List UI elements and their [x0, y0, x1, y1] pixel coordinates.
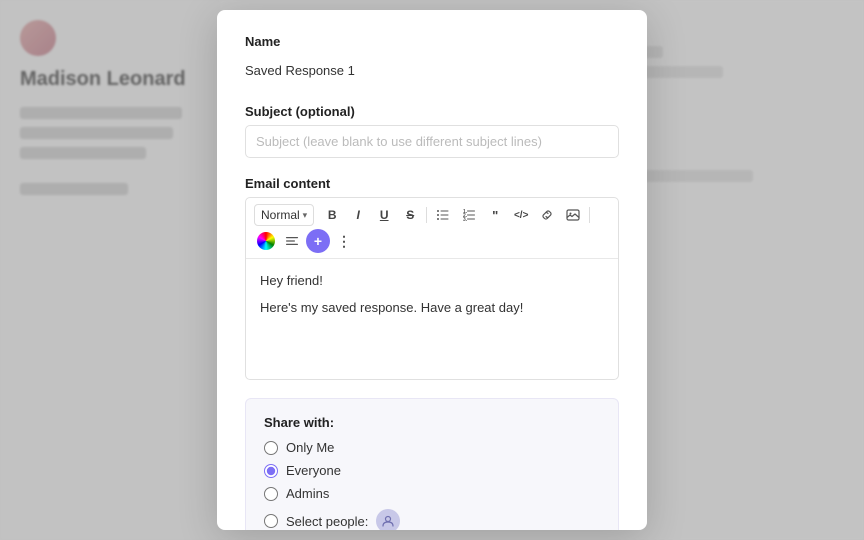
- image-button[interactable]: [561, 203, 585, 227]
- email-content-label: Email content: [245, 176, 619, 191]
- name-value: Saved Response 1: [245, 55, 619, 86]
- more-options-button[interactable]: ⋮: [332, 229, 356, 253]
- email-content-group: Email content Normal ▾ B I U S: [245, 176, 619, 380]
- modal-dialog: Name Saved Response 1 Subject (optional)…: [217, 10, 647, 530]
- toolbar-separator: [426, 207, 427, 223]
- radio-only-me-label: Only Me: [286, 440, 334, 455]
- numbered-list-button[interactable]: 1. 2. 3.: [457, 203, 481, 227]
- svg-text:3.: 3.: [463, 217, 468, 222]
- editor-body[interactable]: Hey friend! Here's my saved response. Ha…: [246, 259, 618, 379]
- radio-option-only-me[interactable]: Only Me: [264, 440, 600, 455]
- name-label: Name: [245, 34, 619, 49]
- subject-field-group: Subject (optional): [245, 104, 619, 158]
- align-button[interactable]: [280, 229, 304, 253]
- format-label: Normal: [261, 208, 300, 222]
- share-with-panel: Share with: Only Me Everyone Admins Sele…: [245, 398, 619, 530]
- select-people-icon[interactable]: [376, 509, 400, 530]
- color-dot-icon: [257, 232, 275, 250]
- radio-option-admins[interactable]: Admins: [264, 486, 600, 501]
- modal-overlay: Name Saved Response 1 Subject (optional)…: [0, 0, 864, 540]
- insert-button[interactable]: +: [306, 229, 330, 253]
- radio-only-me[interactable]: [264, 441, 278, 455]
- radio-option-everyone[interactable]: Everyone: [264, 463, 600, 478]
- underline-button[interactable]: U: [372, 203, 396, 227]
- subject-input[interactable]: [245, 125, 619, 158]
- format-dropdown[interactable]: Normal ▾: [254, 204, 314, 226]
- radio-admins[interactable]: [264, 487, 278, 501]
- subject-label: Subject (optional): [245, 104, 619, 119]
- editor-line-1: Hey friend!: [260, 271, 604, 292]
- share-with-title: Share with:: [264, 415, 600, 430]
- editor-line-2: Here's my saved response. Have a great d…: [260, 298, 604, 319]
- link-button[interactable]: [535, 203, 559, 227]
- code-button[interactable]: </>: [509, 203, 533, 227]
- radio-admins-label: Admins: [286, 486, 329, 501]
- italic-button[interactable]: I: [346, 203, 370, 227]
- blockquote-button[interactable]: ": [483, 203, 507, 227]
- bold-button[interactable]: B: [320, 203, 344, 227]
- radio-everyone-label: Everyone: [286, 463, 341, 478]
- email-editor: Normal ▾ B I U S: [245, 197, 619, 380]
- radio-select-people[interactable]: [264, 514, 278, 528]
- editor-toolbar: Normal ▾ B I U S: [246, 198, 618, 259]
- chevron-down-icon: ▾: [303, 210, 308, 221]
- strikethrough-button[interactable]: S: [398, 203, 422, 227]
- radio-option-select-people[interactable]: Select people:: [264, 509, 600, 530]
- color-button[interactable]: [254, 229, 278, 253]
- radio-everyone[interactable]: [264, 464, 278, 478]
- name-field-group: Name Saved Response 1: [245, 34, 619, 86]
- toolbar-separator-2: [589, 207, 590, 223]
- bullet-list-button[interactable]: [431, 203, 455, 227]
- radio-select-people-label: Select people:: [286, 514, 368, 529]
- select-people-wrapper: Select people:: [286, 509, 400, 530]
